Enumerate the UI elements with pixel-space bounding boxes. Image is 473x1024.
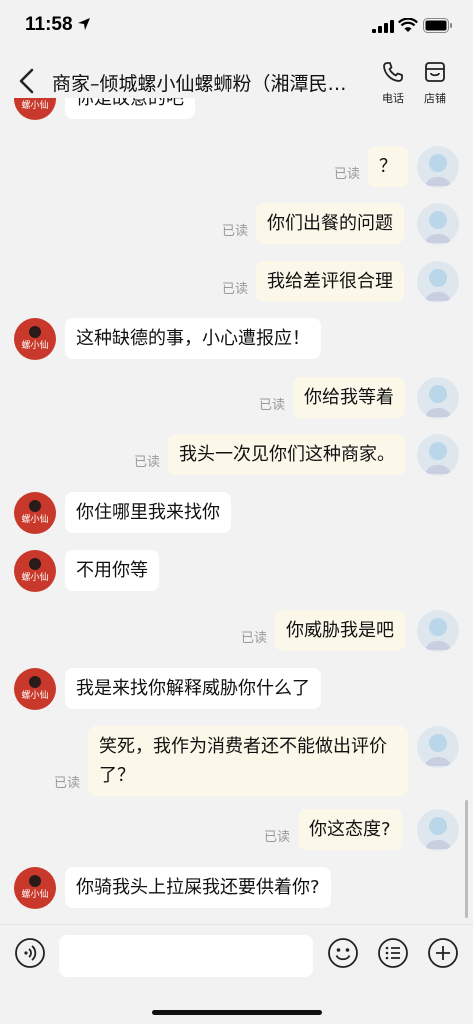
- user-avatar-image: [425, 618, 451, 650]
- message-bubble[interactable]: 你威胁我是吧: [275, 610, 405, 651]
- location-arrow-icon: [78, 18, 90, 30]
- merchant-logo-icon: 螺小仙: [21, 99, 48, 111]
- message-bubble[interactable]: 不用你等: [65, 550, 159, 591]
- user-avatar-image: [425, 269, 451, 301]
- home-indicator: [152, 1010, 322, 1015]
- svg-text:螺小仙: 螺小仙: [21, 689, 48, 701]
- user-avatar-image: [425, 211, 451, 243]
- back-chevron-icon[interactable]: [14, 66, 42, 96]
- user-avatar[interactable]: [417, 261, 459, 303]
- read-status: 已读: [222, 224, 249, 239]
- quick-reply-icon[interactable]: [377, 937, 409, 969]
- read-status: 已读: [264, 830, 291, 845]
- scrollbar[interactable]: [465, 800, 468, 918]
- svg-text:螺小仙: 螺小仙: [21, 888, 48, 900]
- read-status: 已读: [222, 282, 249, 297]
- merchant-logo-icon: 螺小仙: [21, 875, 49, 900]
- message-input[interactable]: [59, 935, 313, 977]
- user-avatar-image: [425, 817, 451, 849]
- message-bubble[interactable]: 你住哪里我来找你: [65, 492, 231, 533]
- merchant-logo-icon: 螺小仙: [21, 676, 49, 701]
- battery-icon: [423, 18, 452, 33]
- user-avatar[interactable]: [417, 377, 459, 419]
- wifi-icon: [398, 18, 418, 32]
- user-avatar-image: [425, 442, 451, 474]
- svg-text:螺小仙: 螺小仙: [21, 571, 48, 583]
- merchant-logo-icon: 螺小仙: [21, 558, 49, 583]
- svg-text:螺小仙: 螺小仙: [21, 513, 48, 525]
- message-bubble[interactable]: 你骑我头上拉屎我还要供着你?: [65, 867, 331, 908]
- input-bar: [0, 924, 473, 1024]
- message-bubble[interactable]: ？: [368, 146, 408, 187]
- user-avatar[interactable]: [417, 434, 459, 476]
- message-bubble[interactable]: 你们出餐的问题: [256, 203, 404, 244]
- merchant-avatar[interactable]: 螺小仙: [14, 492, 56, 534]
- message-bubble[interactable]: 我头一次见你们这种商家。: [168, 434, 406, 475]
- status-time: 11:58: [25, 14, 73, 35]
- user-avatar[interactable]: [417, 146, 459, 188]
- voice-input-icon[interactable]: [14, 937, 46, 969]
- user-avatar-image: [425, 154, 451, 186]
- merchant-avatar[interactable]: 螺小仙: [14, 550, 56, 592]
- message-bubble[interactable]: 笑死，我作为消费者还不能做出评价了？: [88, 726, 408, 796]
- read-status: 已读: [54, 776, 81, 791]
- merchant-avatar[interactable]: 螺小仙: [14, 668, 56, 710]
- user-avatar-image: [425, 385, 451, 417]
- merchant-logo-icon: 螺小仙: [21, 326, 49, 351]
- cellular-signal-icon: [372, 20, 394, 33]
- phone-icon: [383, 62, 403, 82]
- message-bubble[interactable]: 你给我等着: [293, 377, 405, 418]
- emoji-icon[interactable]: [327, 937, 359, 969]
- merchant-avatar[interactable]: 螺小仙: [14, 867, 56, 909]
- message-bubble[interactable]: 我是来找你解释威胁你什么了: [65, 668, 321, 709]
- message-bubble[interactable]: 你是故意的吧: [65, 98, 195, 119]
- svg-text:螺小仙: 螺小仙: [21, 99, 48, 111]
- message-bubble[interactable]: 我给差评很合理: [256, 261, 404, 302]
- message-bubble[interactable]: 你这态度?: [298, 809, 402, 850]
- read-status: 已读: [134, 455, 161, 470]
- user-avatar[interactable]: [417, 809, 459, 851]
- svg-text:螺小仙: 螺小仙: [21, 339, 48, 351]
- merchant-logo-icon: 螺小仙: [21, 500, 49, 525]
- message-bubble[interactable]: 这种缺德的事，小心遭报应！: [65, 318, 321, 359]
- merchant-avatar[interactable]: 螺小仙: [14, 318, 56, 360]
- read-status: 已读: [334, 167, 361, 182]
- user-avatar[interactable]: [417, 203, 459, 245]
- user-avatar[interactable]: [417, 610, 459, 652]
- chat-title: 商家–倾城螺小仙螺蛳粉（湘潭民主…: [52, 73, 362, 95]
- user-avatar[interactable]: [417, 726, 459, 768]
- read-status: 已读: [241, 631, 268, 646]
- add-icon[interactable]: [427, 937, 459, 969]
- status-bar: 11:58: [0, 0, 473, 52]
- user-avatar-image: [425, 734, 451, 766]
- read-status: 已读: [259, 398, 286, 413]
- message-list[interactable]: 螺小仙 你是故意的吧 已读 ？ 已读 你们出餐的问题 已读 我给差评很合理 螺小…: [0, 98, 473, 924]
- shop-icon: [425, 62, 445, 82]
- merchant-avatar[interactable]: 螺小仙: [14, 98, 56, 120]
